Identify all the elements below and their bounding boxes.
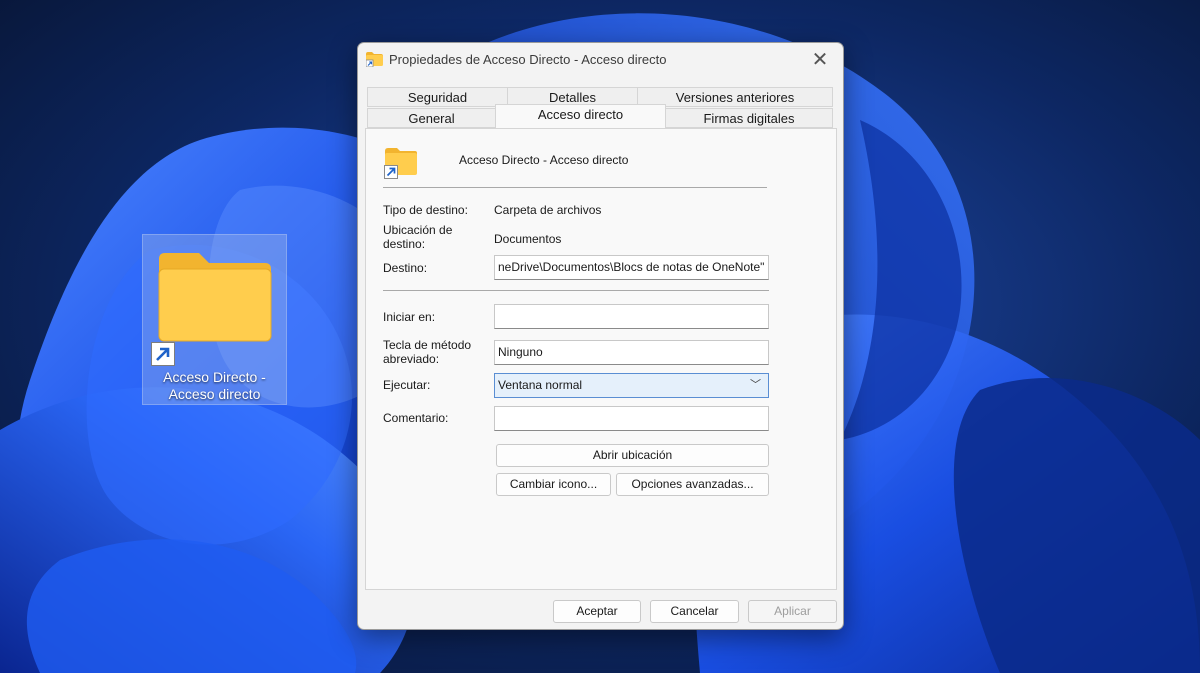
folder-icon	[158, 253, 272, 342]
chevron-down-icon: ﹀	[750, 379, 761, 391]
label-target-location: Ubicación de destino:	[383, 223, 453, 251]
separator	[383, 290, 769, 291]
close-icon: ✕	[811, 48, 829, 71]
shortcut-name: Acceso Directo - Acceso directo	[459, 153, 629, 167]
change-icon-button[interactable]: Cambiar icono...	[496, 473, 611, 496]
label-start-in: Iniciar en:	[383, 310, 436, 324]
run-select-value: Ventana normal	[498, 378, 583, 392]
folder-icon	[366, 52, 383, 67]
ok-button[interactable]: Aceptar	[553, 600, 641, 623]
desktop-icon-label: Acceso Directo - Acceso directo	[163, 369, 266, 402]
value-target-type: Carpeta de archivos	[494, 203, 602, 217]
cancel-button[interactable]: Cancelar	[650, 600, 739, 623]
apply-button[interactable]: Aplicar	[748, 600, 837, 623]
start-in-field[interactable]	[494, 304, 769, 329]
tab-acceso-directo[interactable]: Acceso directo	[495, 104, 666, 128]
shortcut-key-field[interactable]: Ninguno	[494, 340, 769, 365]
label-target: Destino:	[383, 261, 428, 275]
desktop-shortcut-icon[interactable]: Acceso Directo - Acceso directo	[142, 234, 287, 405]
target-field[interactable]: neDrive\Documentos\Blocs de notas de One…	[494, 255, 769, 280]
tab-seguridad[interactable]: Seguridad	[367, 87, 508, 107]
shortcut-arrow-icon	[151, 342, 175, 366]
value-target-location: Documentos	[494, 232, 562, 246]
tab-general[interactable]: General	[367, 108, 496, 128]
dialog-title: Propiedades de Acceso Directo - Acceso d…	[389, 52, 667, 67]
label-run: Ejecutar:	[383, 378, 431, 392]
label-comment: Comentario:	[383, 411, 449, 425]
open-location-button[interactable]: Abrir ubicación	[496, 444, 769, 467]
separator	[383, 187, 767, 188]
title-bar[interactable]: Propiedades de Acceso Directo - Acceso d…	[358, 43, 843, 75]
label-target-type: Tipo de destino:	[383, 203, 468, 217]
run-select[interactable]: Ventana normal ﹀	[494, 373, 769, 398]
advanced-options-button[interactable]: Opciones avanzadas...	[616, 473, 769, 496]
tab-versiones-anteriores[interactable]: Versiones anteriores	[637, 87, 833, 107]
folder-icon	[384, 148, 417, 179]
comment-field[interactable]	[494, 406, 769, 431]
properties-dialog: Propiedades de Acceso Directo - Acceso d…	[357, 42, 844, 630]
close-button[interactable]: ✕	[797, 43, 843, 75]
label-shortcut-key: Tecla de método abreviado:	[383, 338, 472, 366]
tab-firmas-digitales[interactable]: Firmas digitales	[665, 108, 833, 128]
